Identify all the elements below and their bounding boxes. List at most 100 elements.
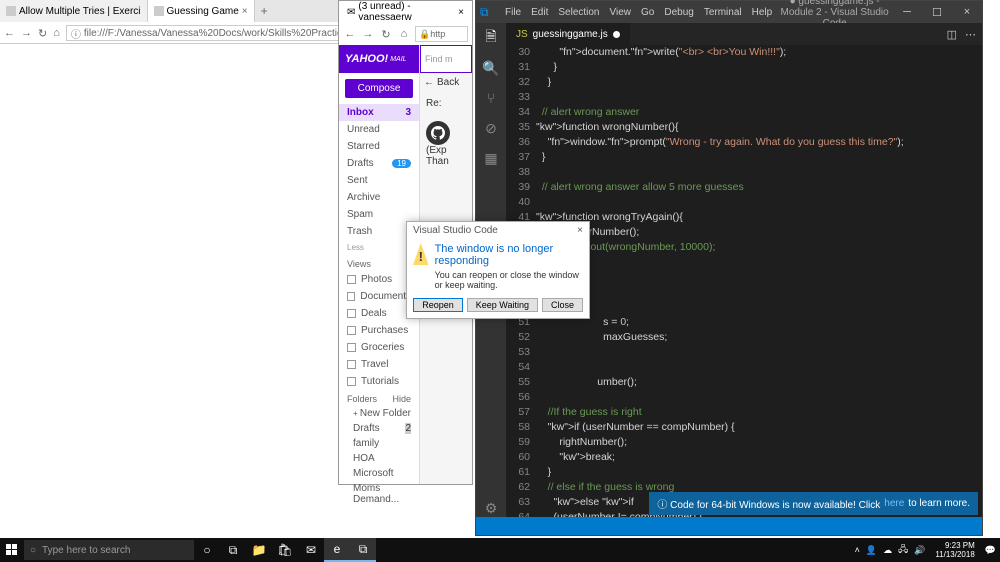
view-groceries[interactable]: Groceries [339, 339, 419, 356]
cortana-icon[interactable]: ○ [194, 538, 220, 562]
notification-toast[interactable]: ⓘ Code for 64-bit Windows is now availab… [649, 492, 978, 515]
edge-tab-2[interactable]: Guessing Game × [148, 0, 255, 22]
home-button[interactable]: ⌂ [53, 27, 60, 39]
menu-debug[interactable]: Debug [659, 7, 698, 18]
code-content[interactable]: "fn">document."fn">write("<br> <br>You W… [536, 45, 982, 517]
edge-content [0, 44, 338, 540]
clock-date: 11/13/2018 [935, 550, 974, 559]
extensions-icon[interactable]: ▦ [482, 149, 500, 167]
yahoo-logo: YAHOO! MAIL [339, 45, 419, 73]
view-purchases[interactable]: Purchases [339, 322, 419, 339]
custom-folder[interactable]: HOA [339, 451, 419, 466]
folder-starred[interactable]: Starred [339, 138, 419, 155]
favicon-icon [6, 6, 16, 16]
close-icon[interactable]: × [242, 6, 248, 17]
file-explorer-icon[interactable]: 📁 [246, 538, 272, 562]
folder-drafts[interactable]: Drafts19 [339, 155, 419, 172]
people-icon[interactable]: 👤 [866, 545, 877, 556]
hide-link[interactable]: Hide [392, 394, 411, 404]
folder-inbox[interactable]: Inbox3 [339, 104, 419, 121]
custom-folder[interactable]: Drafts2 [339, 421, 419, 436]
menu-edit[interactable]: Edit [526, 7, 553, 18]
home-button[interactable]: ⌂ [397, 28, 411, 40]
taskbar-search[interactable]: ○ Type here to search [24, 540, 194, 560]
menu-help[interactable]: Help [747, 7, 778, 18]
action-center-icon[interactable]: 💬 [985, 545, 996, 556]
settings-gear-icon[interactable]: ⚙ [482, 499, 500, 517]
edge-taskbar-icon[interactable]: e [324, 538, 350, 562]
search-icon: ○ [30, 545, 36, 556]
menu-selection[interactable]: Selection [553, 7, 604, 18]
vscode-taskbar-icon[interactable]: ⧉ [350, 538, 376, 562]
view-travel[interactable]: Travel [339, 356, 419, 373]
menu-view[interactable]: View [605, 7, 637, 18]
mail-icon[interactable]: ✉ [298, 538, 324, 562]
warning-icon: ! [413, 243, 429, 265]
back-button[interactable]: ← [4, 27, 15, 39]
debug-icon[interactable]: ⊘ [482, 119, 500, 137]
onedrive-icon[interactable]: ☁ [883, 545, 892, 556]
info-icon: ⓘ [71, 26, 81, 41]
window-controls: ─ ☐ × [892, 6, 982, 19]
forward-button[interactable]: → [21, 27, 32, 39]
tray-chevron-icon[interactable]: ˄ [855, 545, 860, 555]
folder-sent[interactable]: Sent [339, 172, 419, 189]
dialog-heading: The window is no longer responding [435, 243, 583, 267]
close-icon[interactable]: × [458, 7, 464, 18]
task-view-icon[interactable]: ⧉ [220, 538, 246, 562]
back-button[interactable]: ← [343, 28, 357, 40]
tab-title: Allow Multiple Tries | Exerci [19, 6, 141, 17]
folders-label: Folders [347, 394, 377, 404]
compose-button[interactable]: Compose [345, 79, 413, 98]
editor-tab[interactable]: JS guessinggame.js [506, 23, 630, 45]
view-tutorials[interactable]: Tutorials [339, 373, 419, 390]
custom-folder[interactable]: Moms Demand... [339, 481, 419, 507]
unsaved-indicator-icon [613, 31, 620, 38]
vscode-logo-icon: ⧉ [480, 5, 496, 20]
edge-toolbar: ← → ↻ ⌂ ⓘ file:///F:/Vanessa/Vanessa%20D… [0, 22, 338, 44]
mail-back-button[interactable]: ← Back [420, 73, 472, 92]
more-actions-icon[interactable]: ⋯ [965, 28, 976, 41]
mail-favicon-icon: ✉ [347, 7, 355, 18]
forward-button[interactable]: → [361, 28, 375, 40]
minimize-button[interactable]: ─ [892, 6, 922, 19]
volume-icon[interactable]: 🔊 [914, 545, 925, 556]
custom-folder[interactable]: + New Folder [339, 406, 419, 421]
dialog-buttons: Reopen Keep Waiting Close [407, 294, 589, 318]
folder-archive[interactable]: Archive [339, 189, 419, 206]
clock[interactable]: 9:23 PM 11/13/2018 [931, 541, 978, 559]
folder-unread[interactable]: Unread [339, 121, 419, 138]
new-tab-button[interactable]: + [255, 4, 274, 18]
start-button[interactable] [0, 538, 24, 562]
refresh-button[interactable]: ↻ [38, 27, 47, 40]
refresh-button[interactable]: ↻ [379, 28, 393, 41]
mail-tab[interactable]: ✉ (3 unread) - vanessaerw × [339, 1, 472, 23]
custom-folder[interactable]: Microsoft [339, 466, 419, 481]
menu-file[interactable]: File [500, 7, 526, 18]
close-button[interactable]: × [952, 6, 982, 19]
mail-address-bar[interactable]: 🔒 http [415, 26, 468, 42]
explorer-icon[interactable]: 🗎 [482, 29, 500, 47]
close-button[interactable]: Close [542, 298, 583, 312]
dialog-body: ! The window is no longer responding You… [407, 239, 589, 294]
keep-waiting-button[interactable]: Keep Waiting [467, 298, 538, 312]
menu-go[interactable]: Go [636, 7, 659, 18]
mail-search-box[interactable]: Find m [420, 45, 472, 73]
maximize-button[interactable]: ☐ [922, 6, 952, 19]
notification-link[interactable]: here [884, 498, 904, 509]
status-bar[interactable] [476, 517, 982, 535]
source-control-icon[interactable]: ⑂ [482, 89, 500, 107]
network-icon[interactable]: 🖧 [898, 542, 908, 558]
system-tray: ˄ 👤 ☁ 🖧 🔊 9:23 PM 11/13/2018 💬 [851, 541, 1000, 559]
store-icon[interactable]: 🛍 [272, 538, 298, 562]
menu-terminal[interactable]: Terminal [699, 7, 747, 18]
custom-folder[interactable]: family [339, 436, 419, 451]
edge-tab-1[interactable]: Allow Multiple Tries | Exerci [0, 0, 148, 22]
search-icon[interactable]: 🔍 [482, 59, 500, 77]
view-icon [347, 377, 356, 386]
favicon-icon [154, 6, 164, 16]
editor-actions: ◫ ⋯ [941, 28, 982, 41]
split-editor-icon[interactable]: ◫ [947, 28, 957, 41]
reopen-button[interactable]: Reopen [413, 298, 463, 312]
dialog-close-icon[interactable]: × [577, 225, 583, 236]
